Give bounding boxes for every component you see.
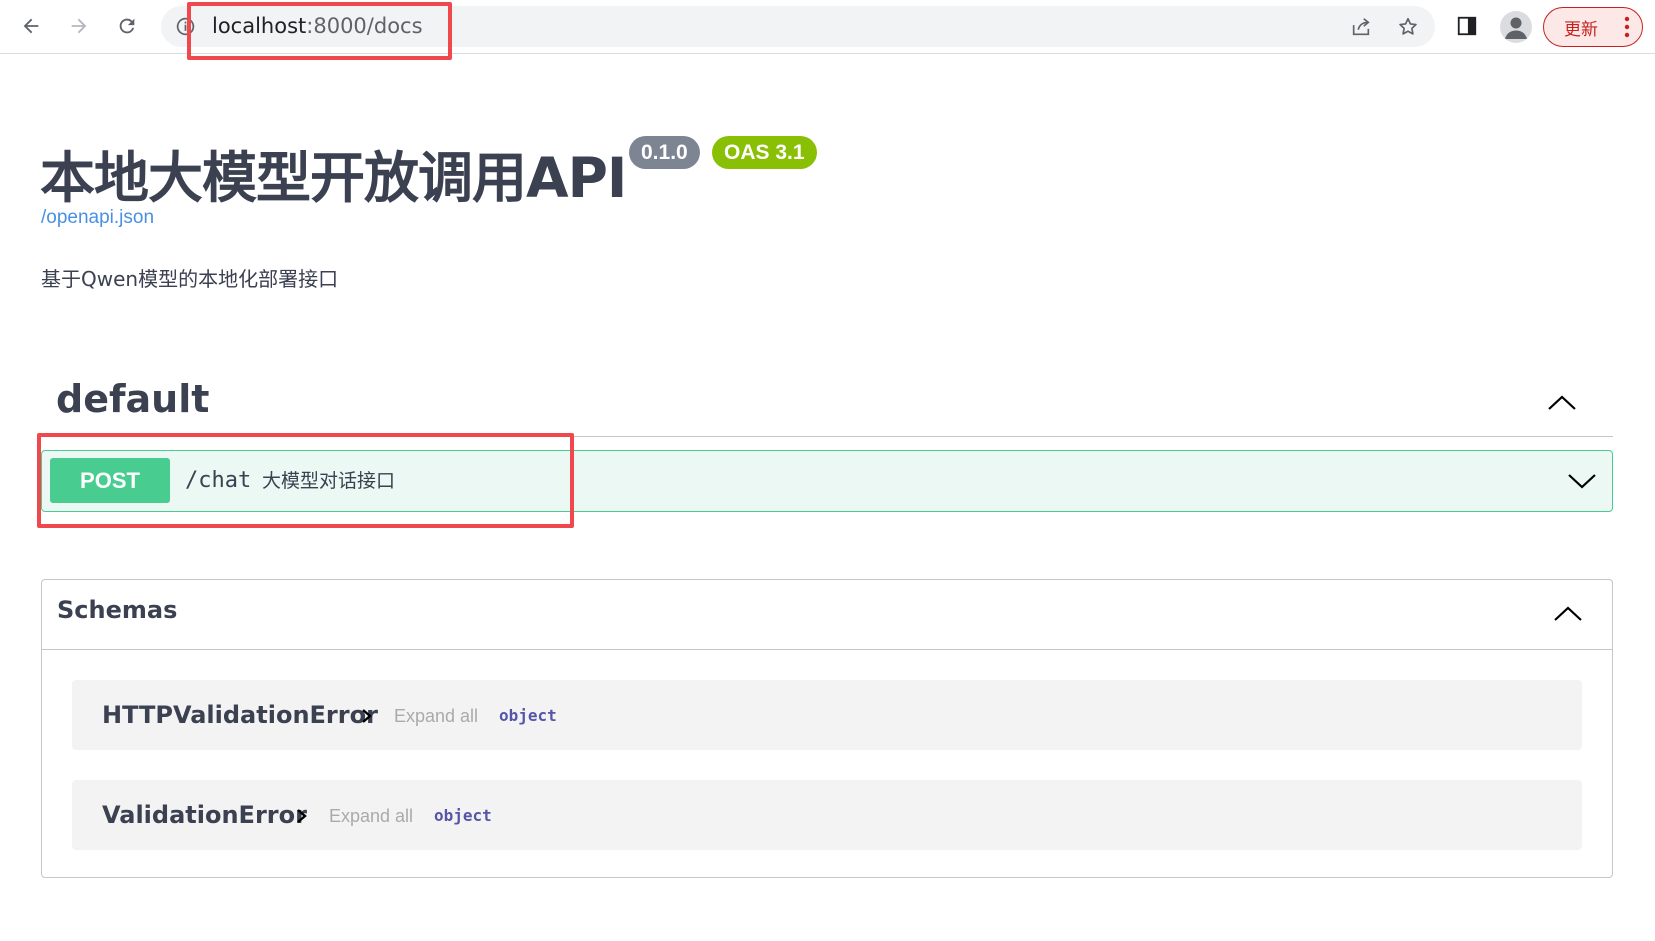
- tag-title: default: [56, 377, 210, 421]
- schemas-title: Schemas: [57, 596, 178, 624]
- operation-summary: 大模型对话接口: [262, 470, 396, 492]
- api-description: 基于Qwen模型的本地化部署接口: [41, 267, 339, 291]
- chevron-right-icon[interactable]: [295, 807, 309, 825]
- info-icon[interactable]: [175, 16, 196, 37]
- arrow-right-icon: [71, 18, 87, 34]
- update-button[interactable]: 更新: [1543, 7, 1643, 47]
- update-label: 更新: [1564, 19, 1598, 40]
- browser-toolbar: localhost:8000/docs 更新: [0, 0, 1655, 54]
- url-path: :8000/docs: [306, 14, 423, 38]
- schemas-section: Schemas HTTPValidationError Expand all o…: [41, 579, 1613, 878]
- forward-button[interactable]: [62, 9, 96, 43]
- model-type: object: [499, 706, 557, 725]
- share-button[interactable]: [1347, 13, 1375, 41]
- post-chat-operation[interactable]: POST /chat 大模型对话接口: [41, 450, 1613, 512]
- back-button[interactable]: [14, 9, 48, 43]
- chevron-up-icon[interactable]: [1547, 393, 1577, 413]
- side-panel-button[interactable]: [1451, 10, 1483, 42]
- chevron-up-icon[interactable]: [1553, 604, 1583, 624]
- schema-model-validationerror[interactable]: ValidationError Expand all object: [72, 780, 1582, 850]
- chevron-right-icon[interactable]: [360, 707, 374, 725]
- operation-path: /chat: [185, 468, 252, 493]
- more-vert-icon[interactable]: [1624, 16, 1630, 38]
- openapi-json-link[interactable]: /openapi.json: [41, 207, 154, 229]
- oas-badge: OAS 3.1: [712, 136, 817, 169]
- model-name[interactable]: HTTPValidationError: [102, 680, 378, 750]
- side-panel-icon: [1457, 16, 1477, 36]
- expand-all-link[interactable]: Expand all: [329, 780, 413, 850]
- api-title: 本地大模型开放调用API: [40, 146, 627, 210]
- url-text[interactable]: localhost:8000/docs: [212, 6, 423, 47]
- version-badge: 0.1.0: [629, 136, 700, 169]
- person-icon: [1505, 17, 1527, 39]
- model-name[interactable]: ValidationError: [102, 780, 307, 850]
- reload-icon: [119, 18, 135, 34]
- tag-section-header[interactable]: default: [40, 375, 1613, 437]
- schemas-header[interactable]: Schemas: [42, 580, 1612, 650]
- url-host: localhost: [212, 14, 307, 38]
- swagger-page: 本地大模型开放调用API 0.1.0 OAS 3.1 /openapi.json…: [0, 55, 1655, 941]
- profile-avatar[interactable]: [1500, 11, 1532, 43]
- star-icon: [1399, 17, 1417, 35]
- share-icon: [1352, 18, 1370, 36]
- expand-all-link[interactable]: Expand all: [394, 680, 478, 750]
- model-type: object: [434, 806, 492, 825]
- reload-button[interactable]: [110, 9, 144, 43]
- bookmark-button[interactable]: [1394, 13, 1422, 41]
- method-badge: POST: [50, 458, 170, 503]
- chevron-down-icon[interactable]: [1567, 471, 1597, 491]
- arrow-left-icon: [23, 18, 39, 34]
- address-bar[interactable]: localhost:8000/docs: [161, 6, 1435, 47]
- schema-model-httpvalidationerror[interactable]: HTTPValidationError Expand all object: [72, 680, 1582, 750]
